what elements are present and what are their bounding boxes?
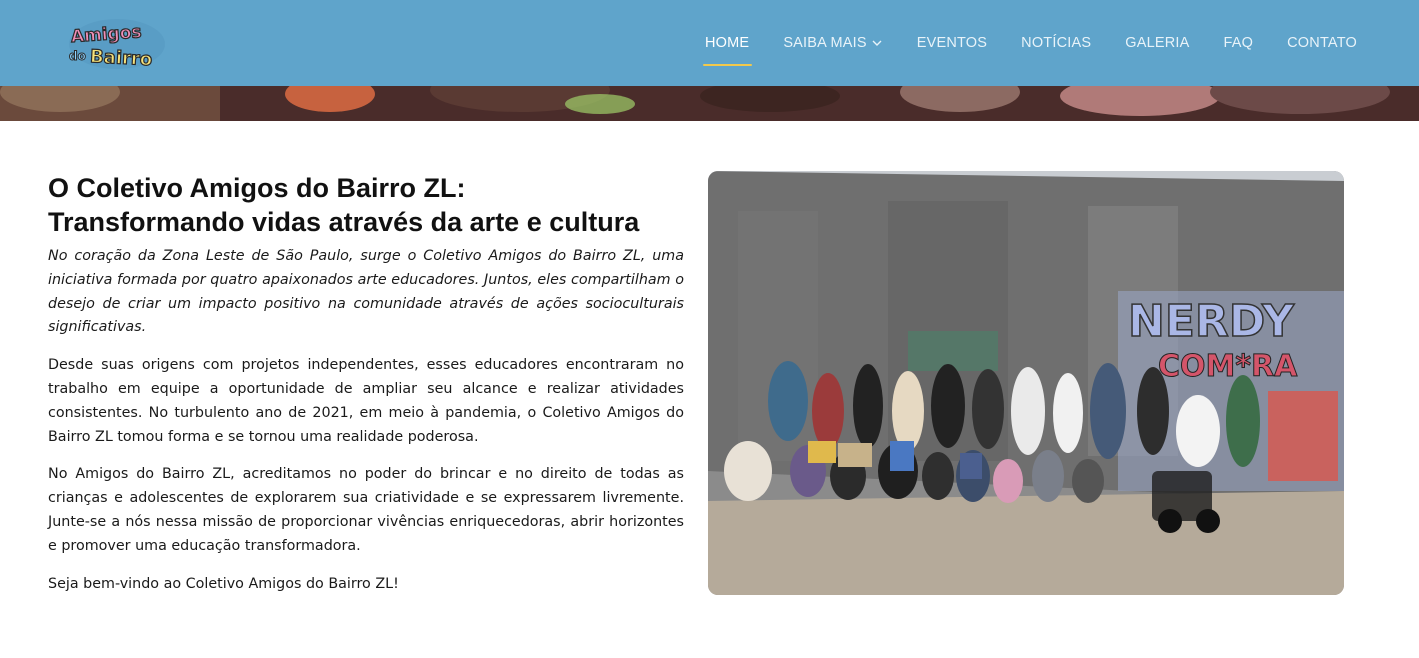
graffiti-text-comra: COM*RA (1158, 349, 1298, 384)
nav-eventos-label: EVENTOS (916, 35, 988, 51)
main-nav: HOME SAIBA MAIS EVENTOS NOTÍCIAS GALERIA… (671, 0, 1357, 86)
nav-home-label: HOME (705, 35, 750, 51)
intro-paragraph: No coração da Zona Leste de São Paulo, s… (48, 248, 684, 336)
nav-galeria[interactable]: GALERIA (1125, 35, 1189, 51)
group-photo: NERDY COM*RA (708, 171, 1344, 595)
graffiti-text-nerdy: NERDY (1128, 296, 1295, 347)
page-title-line2: Transformando vidas através da arte e cu… (48, 207, 640, 237)
nav-home[interactable]: HOME (703, 35, 753, 66)
nav-saiba-mais[interactable]: SAIBA MAIS (783, 35, 882, 51)
hero-banner-image (0, 86, 1419, 121)
nav-contato[interactable]: CONTATO (1287, 35, 1357, 51)
nav-noticias[interactable]: NOTÍCIAS (1021, 35, 1091, 51)
mission-paragraph: No Amigos do Bairro ZL, acreditamos no p… (48, 466, 684, 554)
nav-noticias-label: NOTÍCIAS (1021, 35, 1092, 51)
chevron-down-icon (872, 40, 882, 46)
site-logo[interactable]: Amigos do Bairro (66, 16, 168, 72)
hero-banner-strip (0, 86, 1419, 121)
group-photo-image: NERDY COM*RA (708, 171, 1344, 595)
nav-faq-label: FAQ (1223, 35, 1254, 51)
nav-eventos[interactable]: EVENTOS (917, 35, 987, 51)
nav-contato-label: CONTATO (1287, 35, 1357, 51)
nav-saiba-mais-label: SAIBA MAIS (783, 35, 867, 51)
nav-faq[interactable]: FAQ (1224, 35, 1254, 51)
svg-text:Bairro: Bairro (89, 46, 152, 70)
nav-active-underline (703, 64, 753, 66)
page-title: O Coletivo Amigos do Bairro ZL: Transfor… (48, 171, 684, 239)
welcome-paragraph: Seja bem-vindo ao Coletivo Amigos do Bai… (48, 575, 399, 592)
amigos-do-bairro-logo-graphic: Amigos do Bairro (69, 19, 165, 71)
svg-text:do: do (69, 49, 86, 63)
page-title-line1: O Coletivo Amigos do Bairro ZL: (48, 173, 466, 203)
top-navbar: Amigos do Bairro HOME SAIBA MAIS EVENTOS… (0, 0, 1419, 86)
about-section: O Coletivo Amigos do Bairro ZL: Transfor… (48, 171, 684, 610)
nav-galeria-label: GALERIA (1125, 35, 1190, 51)
history-paragraph: Desde suas origens com projetos independ… (48, 357, 684, 445)
